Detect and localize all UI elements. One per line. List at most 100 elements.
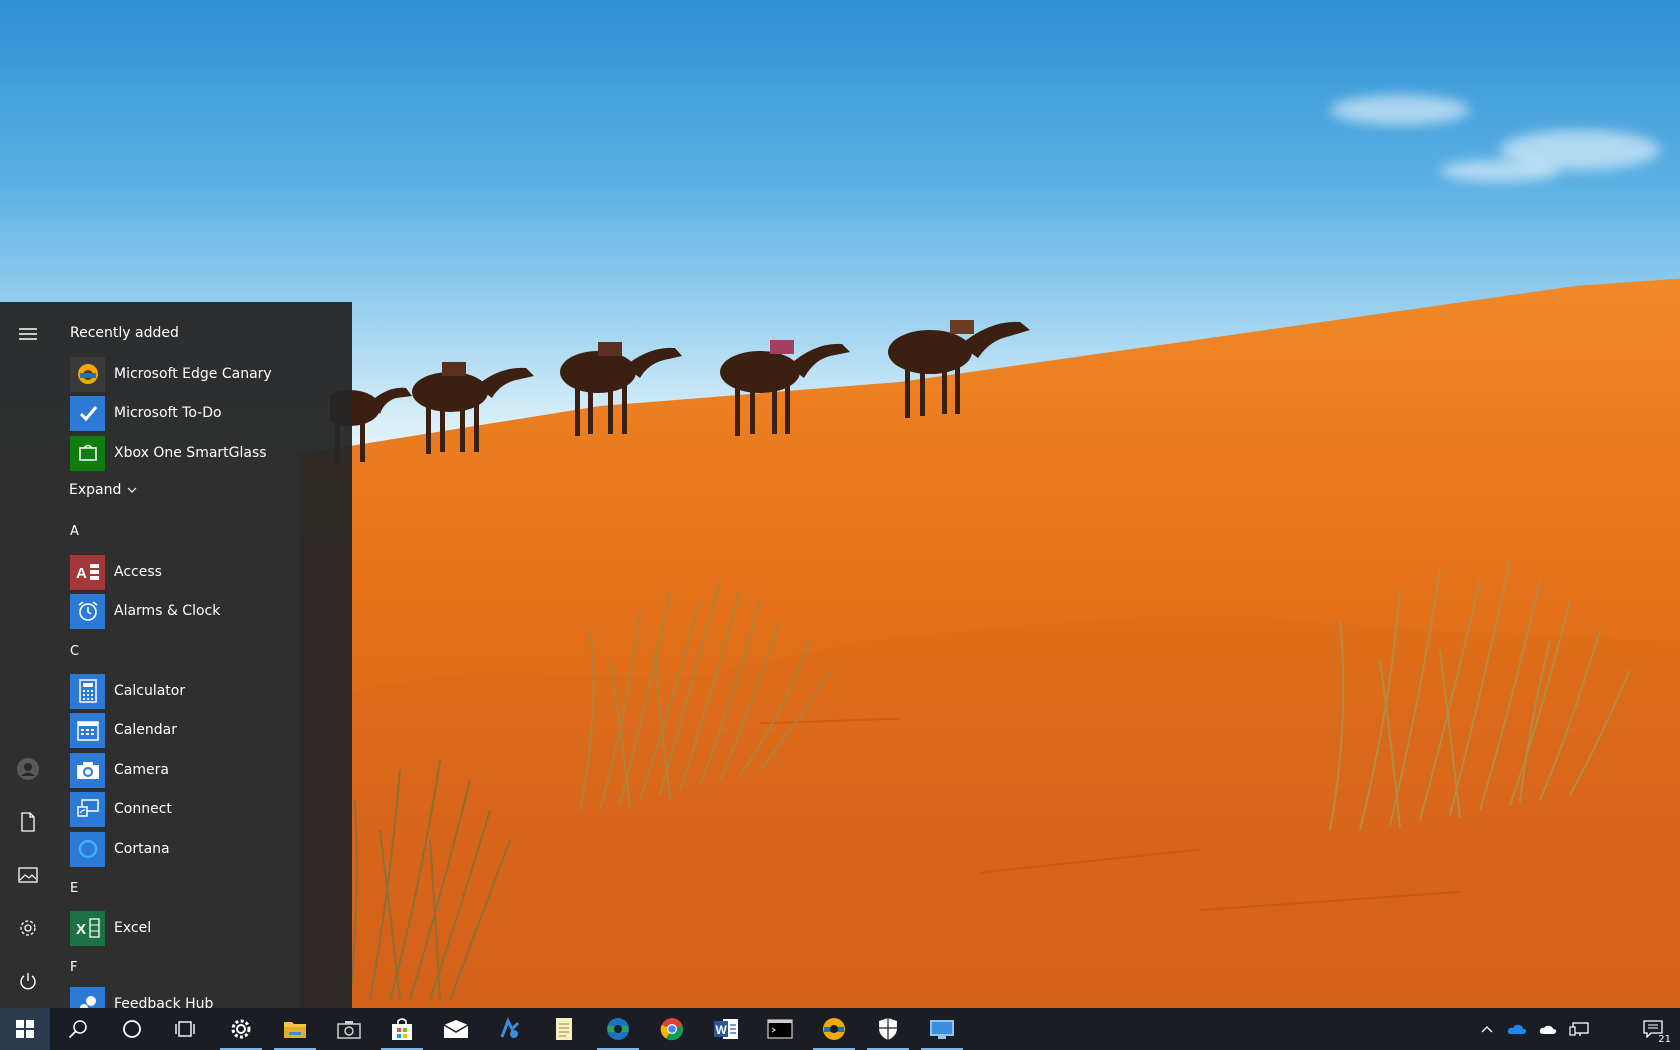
taskbar-security[interactable] [863, 1008, 913, 1050]
mail-icon [443, 1020, 469, 1038]
app-item-calendar[interactable]: Calendar [70, 712, 340, 748]
cortana-icon [78, 839, 97, 859]
taskbar-word[interactable]: W [701, 1008, 751, 1050]
edge-dev-icon [607, 1018, 629, 1040]
tray-onedrive[interactable] [1503, 1008, 1531, 1050]
settings-button[interactable] [0, 904, 56, 952]
app-item-cortana[interactable]: Cortana [70, 831, 340, 867]
menu-icon [19, 328, 37, 340]
calendar-icon [76, 721, 99, 741]
menu-expand-button[interactable] [0, 310, 56, 358]
app-name: Connect [114, 801, 172, 817]
search-icon [68, 1020, 87, 1039]
alarm-clock-icon [78, 601, 97, 621]
app-name: Camera [114, 762, 169, 778]
start-button[interactable] [0, 1008, 50, 1050]
edge-canary-icon [77, 364, 98, 384]
cortana-button[interactable] [107, 1008, 157, 1050]
expand-button[interactable]: Expand [69, 482, 137, 498]
group-letter-e[interactable]: E [70, 881, 78, 896]
connect-icon [76, 799, 99, 817]
app-item-edge-canary[interactable]: Microsoft Edge Canary [70, 356, 340, 392]
chrome-icon [660, 1018, 684, 1041]
camel [888, 320, 1030, 418]
documents-button[interactable] [0, 798, 56, 846]
svg-text:W: W [716, 1023, 728, 1037]
store-bag-icon [392, 1018, 412, 1040]
tray-onedrive-personal[interactable] [1534, 1008, 1562, 1050]
app-item-connect[interactable]: Connect [70, 791, 340, 827]
recently-added-heading: Recently added [70, 325, 179, 341]
app-item-alarms-clock[interactable]: Alarms & Clock [70, 593, 340, 629]
taskbar-terminal[interactable] [755, 1008, 805, 1050]
action-center-button[interactable]: 21 [1632, 1008, 1674, 1050]
app-name: Xbox One SmartGlass [114, 445, 267, 461]
camera-icon [337, 1021, 361, 1039]
app-item-excel[interactable]: X Excel [70, 910, 340, 946]
taskbar-store[interactable] [377, 1008, 427, 1050]
taskbar-camera[interactable] [324, 1008, 374, 1050]
xbox-smartglass-icon [78, 444, 97, 461]
taskbar-remote-desktop[interactable] [917, 1008, 967, 1050]
app-tile [70, 752, 105, 788]
app-tile [70, 395, 105, 431]
app-tile: A [70, 554, 105, 590]
pictures-button[interactable] [0, 851, 56, 899]
task-view-button[interactable] [160, 1008, 210, 1050]
app-name: Access [114, 564, 162, 580]
grass-tuft [579, 579, 831, 811]
taskbar-app[interactable] [485, 1008, 535, 1050]
cloud [1330, 95, 1470, 125]
app-tile [70, 593, 105, 629]
group-letter-f[interactable]: F [70, 960, 77, 975]
windows-logo-icon [16, 1020, 34, 1038]
shield-icon [879, 1018, 897, 1040]
group-letter-c[interactable]: C [70, 644, 79, 659]
word-icon: W [714, 1019, 738, 1039]
pictures-icon [18, 867, 38, 883]
terminal-icon [767, 1019, 793, 1039]
app-item-todo[interactable]: Microsoft To-Do [70, 395, 340, 431]
taskbar-settings[interactable] [216, 1008, 266, 1050]
tray-network[interactable] [1564, 1008, 1594, 1050]
grass-tuft [1329, 559, 1631, 831]
app-name: Microsoft To-Do [114, 405, 222, 421]
app-tile [70, 791, 105, 827]
taskbar-notepad[interactable] [539, 1008, 589, 1050]
app-item-calculator[interactable]: Calculator [70, 673, 340, 709]
app-tile [70, 435, 105, 471]
svg-text:X: X [76, 921, 86, 938]
grass-tuft [349, 759, 511, 1000]
power-button[interactable] [0, 958, 56, 1006]
app-tile [70, 831, 105, 867]
taskbar-mail[interactable] [431, 1008, 481, 1050]
taskbar-edge-dev[interactable] [593, 1008, 643, 1050]
cloud-icon [1539, 1025, 1557, 1034]
app-item-xbox-smartglass[interactable]: Xbox One SmartGlass [70, 435, 340, 471]
app-tile [70, 986, 105, 1008]
search-button[interactable] [53, 1008, 103, 1050]
taskbar-file-explorer[interactable] [270, 1008, 320, 1050]
app-item-feedback-hub[interactable]: Feedback Hub [70, 986, 340, 1008]
task-view-icon [175, 1021, 195, 1037]
group-letter-a[interactable]: A [70, 524, 79, 539]
user-avatar-icon [17, 758, 39, 780]
app-item-camera[interactable]: Camera [70, 752, 340, 788]
network-icon [1569, 1022, 1589, 1036]
app-tile: X [70, 910, 105, 946]
app-name: Alarms & Clock [114, 603, 221, 619]
app-icon [500, 1017, 520, 1038]
settings-gear-icon [231, 1019, 251, 1039]
app-tile [70, 356, 105, 392]
checkmark-icon [79, 406, 97, 422]
taskbar-chrome[interactable] [647, 1008, 697, 1050]
app-item-access[interactable]: A Access [70, 554, 340, 590]
calculator-icon [78, 679, 97, 703]
taskbar-edge-canary[interactable] [809, 1008, 859, 1050]
documents-icon [21, 812, 35, 832]
user-account-button[interactable] [0, 745, 56, 793]
show-hidden-icons-button[interactable] [1474, 1008, 1500, 1050]
app-tile [70, 673, 105, 709]
svg-text:A: A [76, 565, 87, 582]
app-name: Cortana [114, 841, 170, 857]
